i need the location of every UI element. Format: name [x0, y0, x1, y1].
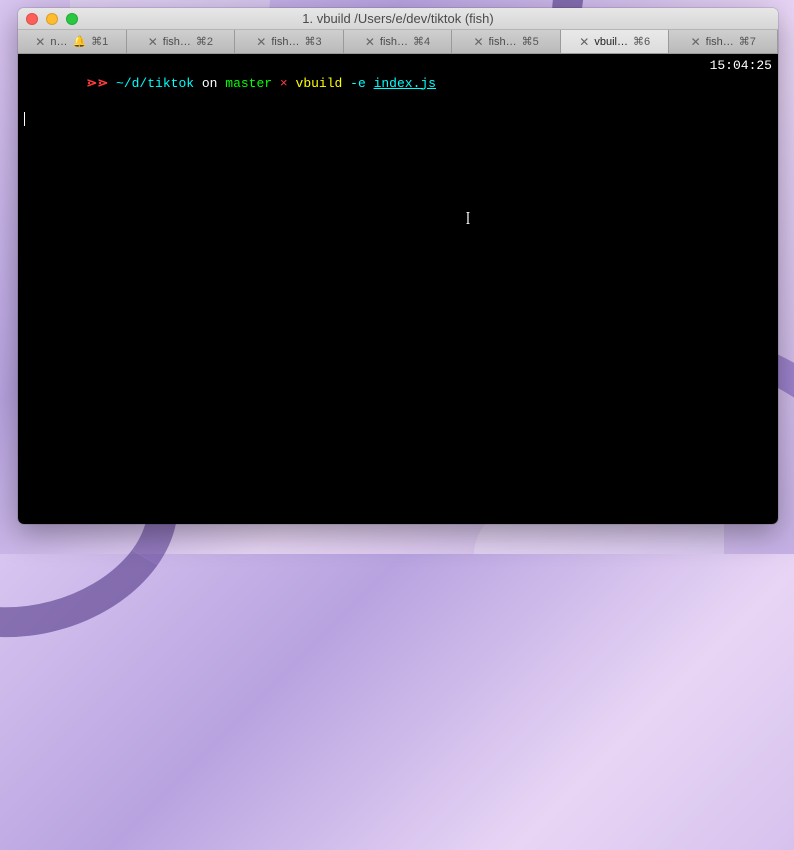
tab-4[interactable]: ✕ fish… ⌘4 [344, 30, 453, 53]
tab-shortcut: ⌘5 [522, 35, 539, 48]
tab-label: fish… [380, 36, 408, 48]
title-bar[interactable]: 1. vbuild /Users/e/dev/tiktok (fish) [18, 8, 778, 30]
tab-shortcut: ⌘2 [196, 35, 213, 48]
tab-shortcut: ⌘6 [633, 35, 650, 48]
close-icon[interactable]: ✕ [473, 35, 483, 49]
cursor-line [24, 110, 772, 128]
prompt-line: ⋗⋗ ~/d/tiktok on master × vbuild -e inde… [24, 57, 772, 110]
close-icon[interactable]: ✕ [256, 35, 266, 49]
close-window-button[interactable] [26, 13, 38, 25]
prompt-icon: ⋗⋗ [86, 76, 108, 91]
terminal-body[interactable]: ⋗⋗ ~/d/tiktok on master × vbuild -e inde… [18, 54, 778, 524]
close-icon[interactable]: ✕ [35, 35, 45, 49]
tab-shortcut: ⌘3 [304, 35, 321, 48]
close-icon[interactable]: ✕ [148, 35, 158, 49]
tab-label: fish… [706, 36, 734, 48]
bell-icon: 🔔 [72, 35, 86, 48]
prompt-flag: -e [350, 76, 366, 91]
tab-3[interactable]: ✕ fish… ⌘3 [235, 30, 344, 53]
tab-label: fish… [271, 36, 299, 48]
tab-shortcut: ⌘1 [91, 35, 108, 48]
tab-label: n… [50, 36, 67, 48]
close-icon[interactable]: ✕ [691, 35, 701, 49]
zoom-window-button[interactable] [66, 13, 78, 25]
close-icon[interactable]: ✕ [365, 35, 375, 49]
tab-5[interactable]: ✕ fish… ⌘5 [452, 30, 561, 53]
prompt-time: 15:04:25 [710, 57, 772, 110]
tab-shortcut: ⌘4 [413, 35, 430, 48]
tab-1[interactable]: ✕ n… 🔔 ⌘1 [18, 30, 127, 53]
traffic-lights [26, 13, 78, 25]
tab-7[interactable]: ✕ fish… ⌘7 [669, 30, 778, 53]
tab-6[interactable]: ✕ vbuil… ⌘6 [561, 30, 670, 53]
tab-label: fish… [489, 36, 517, 48]
prompt-branch: master [225, 76, 272, 91]
window-title: 1. vbuild /Users/e/dev/tiktok (fish) [18, 11, 778, 26]
tab-shortcut: ⌘7 [739, 35, 756, 48]
tab-2[interactable]: ✕ fish… ⌘2 [127, 30, 236, 53]
mouse-ibeam-cursor: I [466, 206, 470, 230]
close-icon[interactable]: ✕ [579, 35, 589, 49]
terminal-window: 1. vbuild /Users/e/dev/tiktok (fish) ✕ n…… [18, 8, 778, 524]
prompt-dirty-marker: × [280, 76, 288, 91]
text-cursor [24, 112, 25, 126]
prompt-arg: index.js [374, 76, 436, 91]
tab-label: fish… [163, 36, 191, 48]
prompt-path: ~/d/tiktok [116, 76, 194, 91]
minimize-window-button[interactable] [46, 13, 58, 25]
prompt-on: on [202, 76, 218, 91]
prompt-command: vbuild [296, 76, 343, 91]
tab-bar: ✕ n… 🔔 ⌘1 ✕ fish… ⌘2 ✕ fish… ⌘3 ✕ fish… ⌘4 ✕ fish… ⌘5 ✕ v… [18, 30, 778, 54]
tab-label: vbuil… [594, 36, 628, 48]
